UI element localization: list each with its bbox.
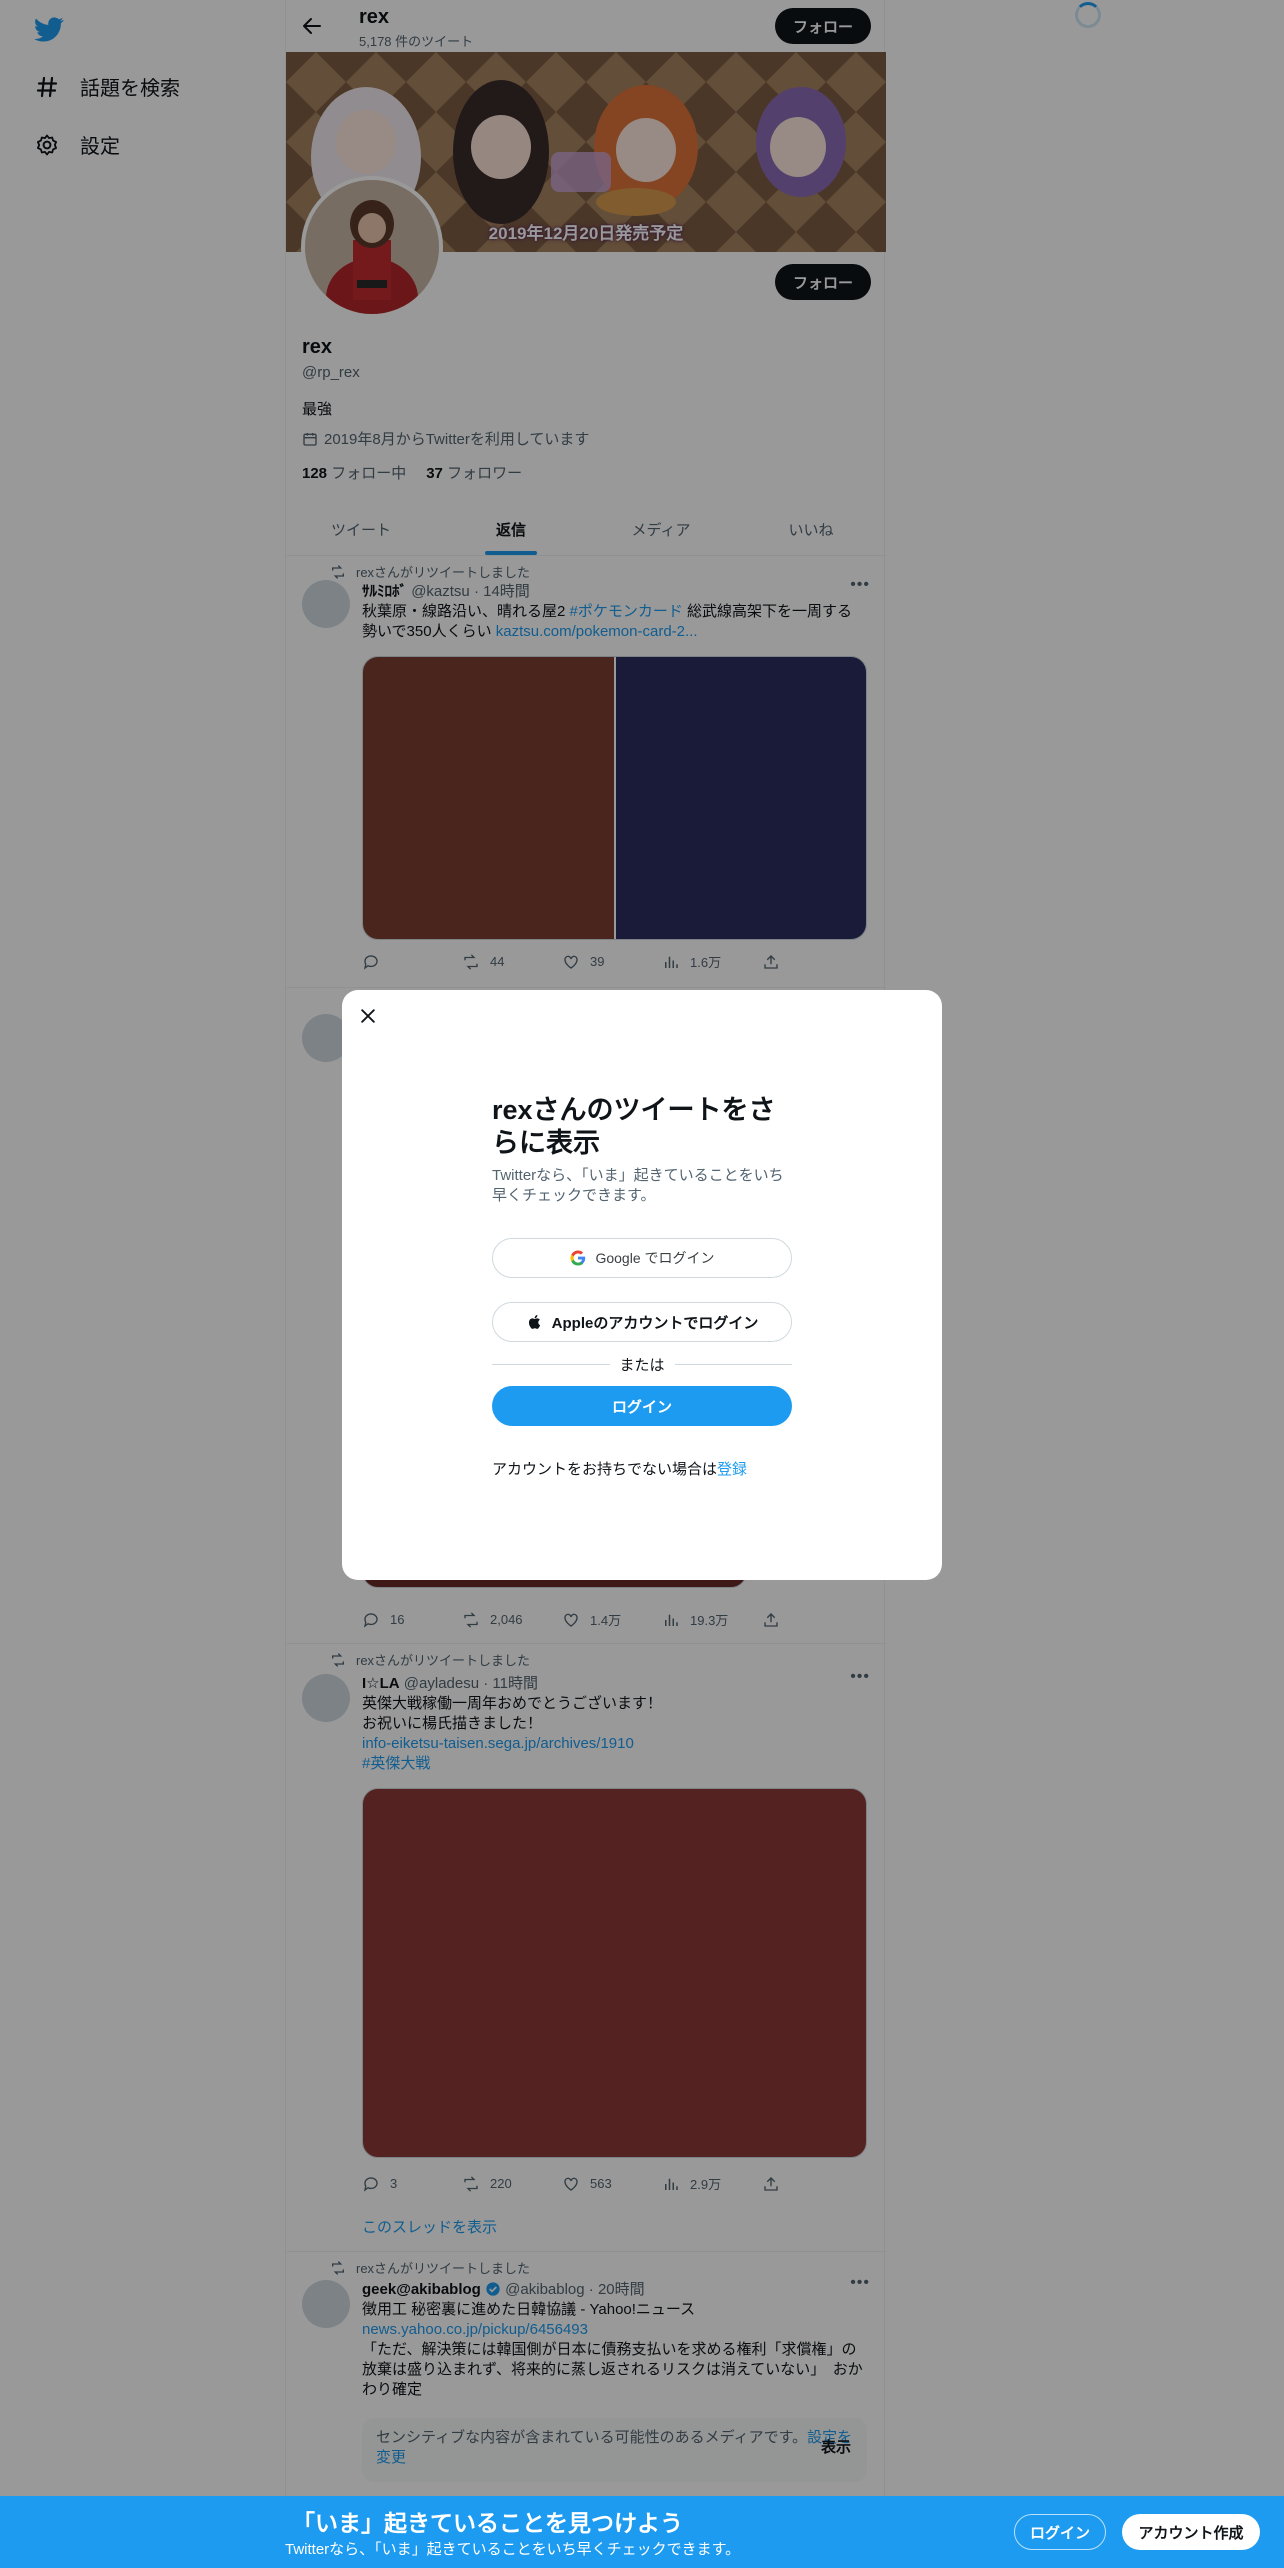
apple-icon	[528, 1315, 540, 1329]
login-modal: rexさんのツイートをさらに表示 Twitterなら、「いま」起きていることをい…	[342, 990, 942, 1580]
close-icon[interactable]	[358, 1006, 378, 1026]
signup-link[interactable]: 登録	[717, 1461, 747, 1478]
google-login-label: Google でログイン	[595, 1250, 715, 1266]
bottom-bar-title: 「いま」起きていることを見つけよう	[292, 2510, 683, 2536]
bottom-signup-button[interactable]: アカウント作成	[1122, 2514, 1260, 2550]
bottom-login-button[interactable]: ログイン	[1014, 2514, 1106, 2550]
apple-login-label: Appleのアカウントでログイン	[551, 1314, 759, 1332]
divider-line	[674, 1364, 793, 1365]
modal-title: rexさんのツイートをさらに表示	[492, 1095, 776, 1158]
bottom-bar-subtitle: Twitterなら、「いま」起きていることをいち早くチェックできます。	[285, 2541, 741, 2558]
or-divider: または	[492, 1354, 793, 1375]
signup-prompt: アカウントをお持ちでない場合は登録	[492, 1458, 747, 1479]
or-label: または	[619, 1357, 665, 1374]
page: 話題を検索 設定 rex 5,178 件のツイート フォロー 2019年12月2…	[0, 0, 1284, 2568]
signup-bottom-bar: 「いま」起きていることを見つけよう Twitterなら、「いま」起きていることを…	[0, 2496, 1284, 2568]
google-login-button[interactable]: Google でログイン	[492, 1238, 792, 1278]
divider-line	[492, 1364, 610, 1365]
apple-login-button[interactable]: Appleのアカウントでログイン	[492, 1302, 792, 1342]
modal-description: Twitterなら、「いま」起きていることをいち早くチェックできます。	[492, 1167, 784, 1204]
google-icon	[570, 1250, 586, 1266]
login-button[interactable]: ログイン	[492, 1386, 792, 1426]
signup-prompt-text: アカウントをお持ちでない場合は	[492, 1461, 718, 1478]
